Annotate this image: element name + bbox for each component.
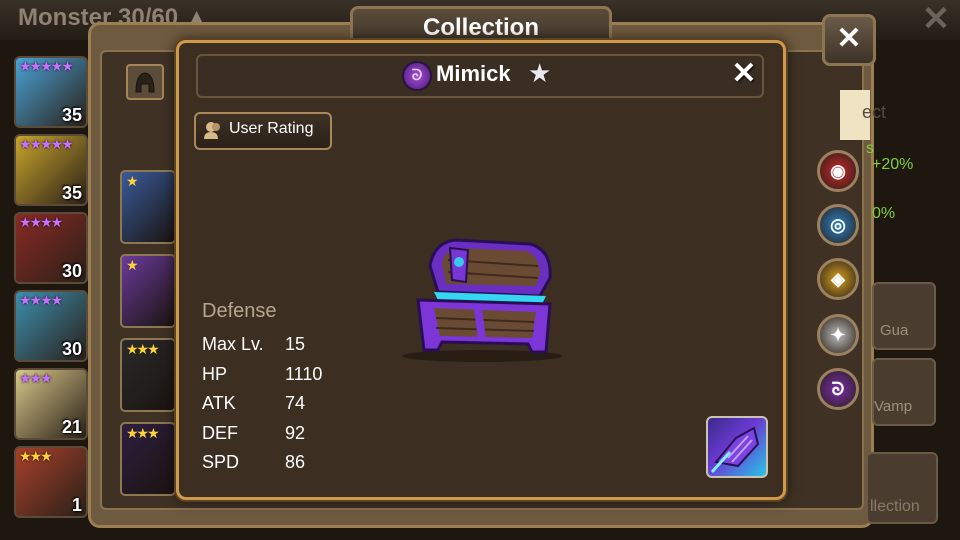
stat-value: 92 <box>285 422 306 443</box>
vampire-tab-button[interactable] <box>872 358 936 426</box>
star-rating: ★★★ <box>19 448 53 464</box>
monster-level: 21 <box>61 417 82 437</box>
collection-title: Collection <box>422 14 539 41</box>
monster-name: Mimick <box>436 61 511 86</box>
star-rating: ★★★★ <box>19 214 63 230</box>
dark-element-filter-icon[interactable]: ᘐ <box>817 368 859 410</box>
star-icon: ★ <box>528 58 552 88</box>
monster-level: 35 <box>61 105 82 125</box>
select-label: ect <box>862 102 887 122</box>
monster-card[interactable]: ★★★★ 30 <box>14 212 88 284</box>
helmet-icon <box>135 72 155 93</box>
stat-value: 74 <box>285 393 306 413</box>
collection-monster-card[interactable]: ★★★ <box>120 338 176 412</box>
monster-level: 30 <box>61 261 82 281</box>
collection-monster-card[interactable]: ★★★ <box>120 422 176 496</box>
water-element-filter-icon[interactable]: ◎ <box>817 204 859 246</box>
monster-level: 1 <box>71 495 82 515</box>
mimic-chest-illustration <box>402 238 562 362</box>
dark-element-icon: ᘐ <box>402 61 432 91</box>
wind-element-filter-icon[interactable]: ◈ <box>817 258 859 300</box>
collection-monster-card[interactable]: ★ <box>120 170 176 244</box>
stat-label: ATK <box>202 393 236 413</box>
monster-portrait <box>390 226 570 366</box>
stat-label: Max Lv. <box>202 334 264 354</box>
star-rating: ★★★ <box>126 425 160 441</box>
monster-card[interactable]: ★★★★★ 35 <box>14 56 88 128</box>
stat-label: HP <box>202 363 228 384</box>
monster-level: 35 <box>61 183 82 203</box>
stat-label: DEF <box>202 422 238 443</box>
star-rating: ★★★★ <box>19 292 63 308</box>
stat-label: SPD <box>202 452 240 472</box>
bonus-text: 0% <box>872 205 896 222</box>
guard-tab-button[interactable] <box>872 282 936 350</box>
monster-card[interactable]: ★★★★ 30 <box>14 290 88 362</box>
collection-close-button[interactable]: ✕ <box>822 14 876 66</box>
stat-value: 15 <box>285 334 306 354</box>
star-rating: ★★★★★ <box>19 58 74 74</box>
monster-card[interactable]: ★★★ 1 <box>14 446 88 518</box>
fire-element-filter-icon[interactable]: ◉ <box>817 150 859 192</box>
monster-card[interactable]: ★★★★★ 35 <box>14 134 88 206</box>
dialog-close-button[interactable]: ✕ <box>728 58 760 90</box>
star-rating: ★★★ <box>126 341 160 357</box>
helmet-tab-button[interactable] <box>126 64 164 100</box>
monster-type: Defense <box>202 300 277 322</box>
top-close-button[interactable]: ✕ <box>918 2 954 36</box>
collection-monster-card[interactable]: ★ <box>120 254 176 328</box>
monster-level: 30 <box>61 339 82 359</box>
star-rating: ★★★★★ <box>19 136 74 152</box>
star-rating: ★★★ <box>19 370 53 386</box>
bonus-text: +20% <box>872 156 914 173</box>
stat-value: 86 <box>285 452 306 472</box>
star-rating: ★ <box>126 173 138 189</box>
collection-button-label: llection <box>870 498 920 515</box>
skill-bite-icon <box>710 426 760 474</box>
vampire-label: Vamp <box>874 398 913 415</box>
users-icon <box>203 120 223 140</box>
stat-value: 1110 <box>285 363 323 384</box>
light-element-filter-icon[interactable]: ✦ <box>817 314 859 356</box>
guard-label: Gua <box>880 322 909 339</box>
star-rating: ★ <box>126 257 138 273</box>
monster-card[interactable]: ★★★ 21 <box>14 368 88 440</box>
user-rating-label: User Rating <box>229 120 314 137</box>
skill-icon[interactable] <box>706 416 768 478</box>
